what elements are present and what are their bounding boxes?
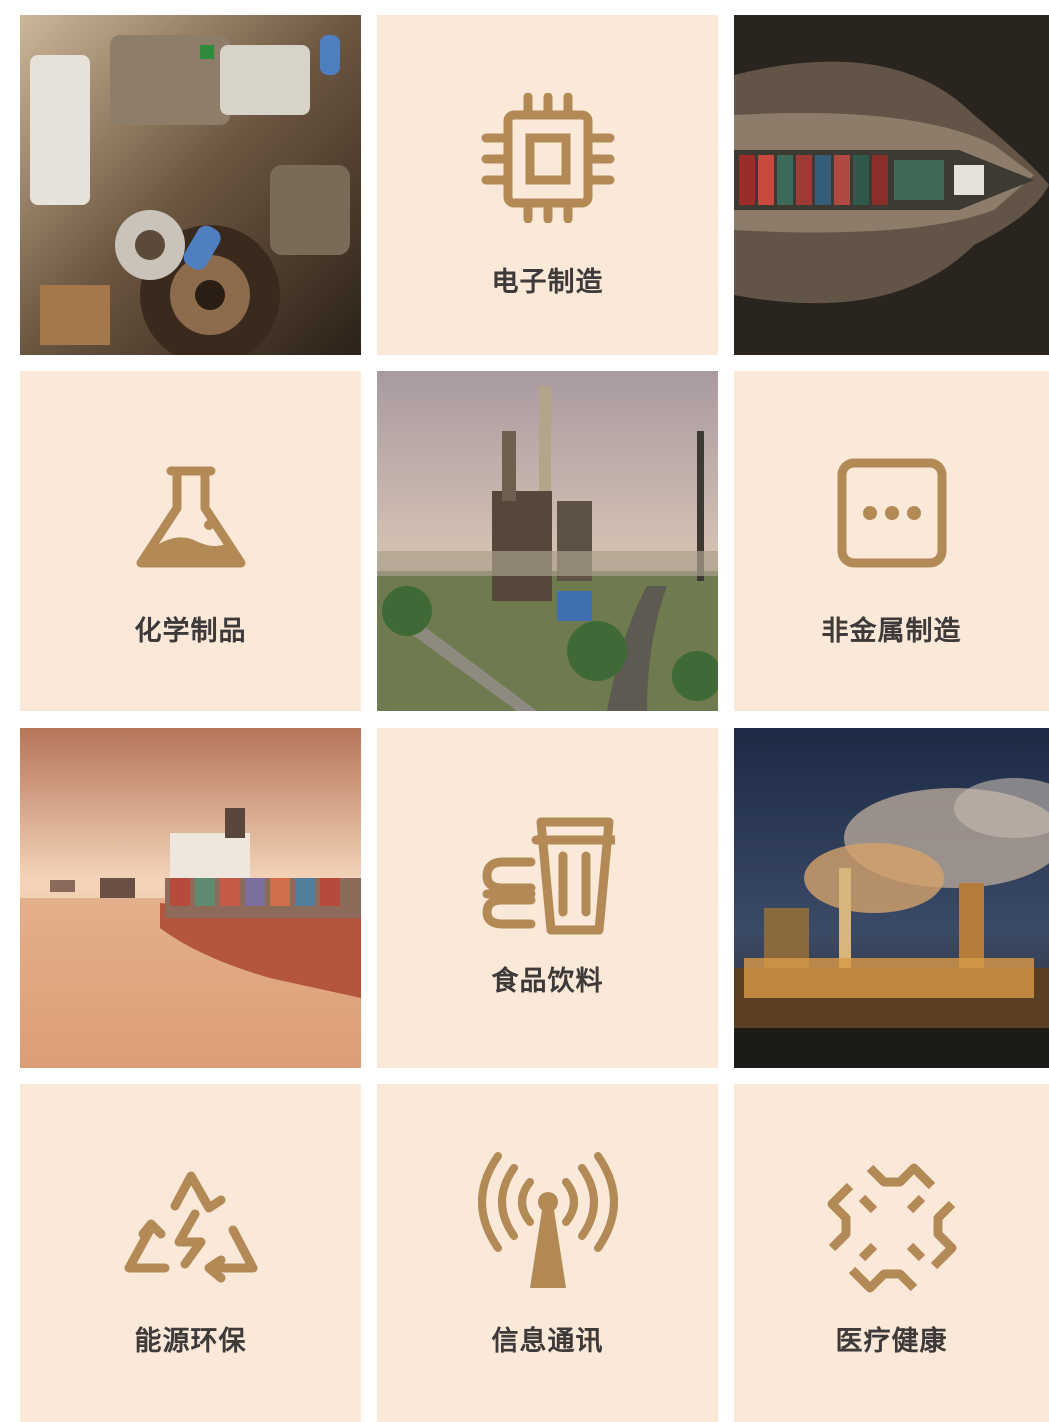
industry-label: 化学制品 bbox=[134, 616, 247, 647]
medical-cross-icon bbox=[822, 1160, 962, 1300]
industry-card-food[interactable]: 食品饮料 bbox=[377, 728, 718, 1068]
flask-icon bbox=[131, 463, 251, 577]
power-plant-photo bbox=[734, 728, 1049, 1068]
industry-card-medical[interactable]: 医疗健康 bbox=[734, 1084, 1049, 1422]
industry-label: 非金属制造 bbox=[821, 616, 962, 647]
industry-label: 能源环保 bbox=[134, 1326, 247, 1357]
industry-card-energy[interactable]: 能源环保 bbox=[20, 1084, 361, 1422]
recycle-energy-icon bbox=[121, 1164, 261, 1298]
industry-label: 电子制造 bbox=[491, 267, 604, 298]
industry-label: 食品饮料 bbox=[491, 966, 604, 997]
refinery-photo bbox=[377, 371, 718, 711]
industry-label: 医疗健康 bbox=[835, 1326, 948, 1357]
more-box-icon bbox=[836, 457, 948, 573]
industry-card-telecom[interactable]: 信息通讯 bbox=[377, 1084, 718, 1422]
industry-card-electronics[interactable]: 电子制造 bbox=[377, 15, 718, 355]
industry-label: 信息通讯 bbox=[491, 1326, 604, 1357]
engine-photo bbox=[20, 15, 361, 355]
chip-icon bbox=[478, 92, 618, 227]
industry-card-nonmetal[interactable]: 非金属制造 bbox=[734, 371, 1049, 711]
ship-aerial-photo bbox=[734, 15, 1049, 355]
food-drink-icon bbox=[481, 816, 618, 940]
antenna-signal-icon bbox=[477, 1152, 618, 1296]
industry-card-chemical[interactable]: 化学制品 bbox=[20, 371, 361, 711]
cargo-ship-photo bbox=[20, 728, 361, 1068]
